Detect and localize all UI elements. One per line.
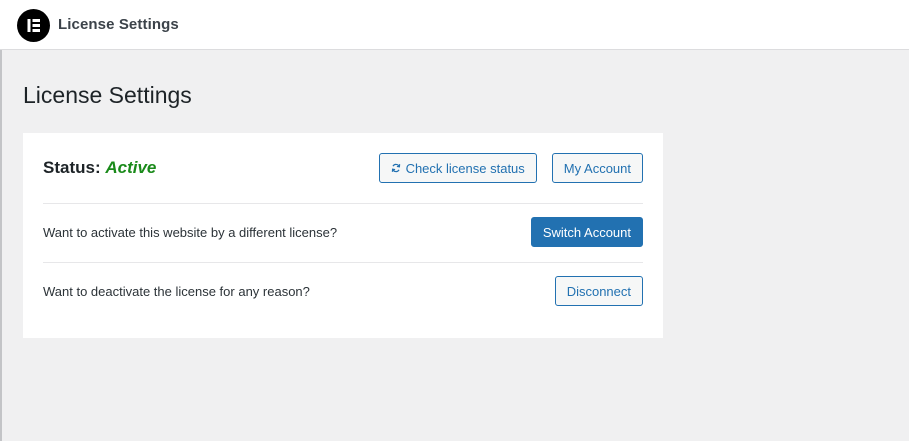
my-account-button[interactable]: My Account <box>551 153 643 183</box>
switch-account-row: Want to activate this website by a diffe… <box>43 217 643 247</box>
divider <box>43 262 643 263</box>
switch-account-prompt: Want to activate this website by a diffe… <box>43 224 338 240</box>
refresh-icon <box>391 163 401 173</box>
disconnect-row: Want to deactivate the license for any r… <box>43 276 643 306</box>
license-status: Status: Active <box>43 158 156 178</box>
divider <box>43 203 643 204</box>
check-license-status-label: Check license status <box>405 160 525 176</box>
elementor-logo-icon <box>17 9 50 42</box>
switch-account-button[interactable]: Switch Account <box>530 217 643 247</box>
status-label: Status: <box>43 158 101 177</box>
disconnect-button[interactable]: Disconnect <box>554 276 643 306</box>
status-actions: Check license status My Account <box>378 153 643 183</box>
check-license-status-button[interactable]: Check license status <box>378 153 537 183</box>
top-bar: License Settings <box>0 0 909 50</box>
topbar-title: License Settings <box>58 16 179 33</box>
page-title: License Settings <box>23 82 192 108</box>
status-row: Status: Active Check license status My A… <box>43 153 643 183</box>
license-card: Status: Active Check license status My A… <box>23 133 663 338</box>
admin-sidebar-edge <box>0 50 2 441</box>
elementor-logo-glyph <box>27 19 40 32</box>
status-value: Active <box>105 158 157 177</box>
deactivate-prompt: Want to deactivate the license for any r… <box>43 283 310 299</box>
